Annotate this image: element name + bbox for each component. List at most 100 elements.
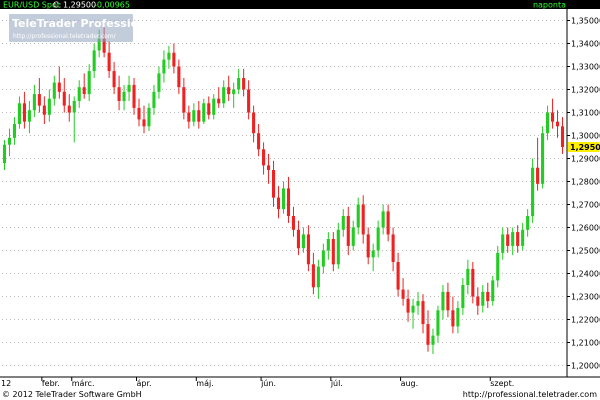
chart-frame: EUR/USD Spot C: 1,29500 -0,00965 naponta…	[0, 0, 600, 400]
candle-body	[202, 103, 206, 122]
candle-body	[92, 50, 96, 72]
candle-body	[197, 110, 201, 122]
x-tick-label: aug.	[401, 379, 419, 388]
y-tick-label: 1,30000	[571, 132, 600, 141]
y-tick-label: 1,25000	[571, 247, 600, 256]
candle-body	[142, 119, 146, 127]
candle-body	[426, 324, 430, 345]
candle-body	[451, 310, 455, 327]
candle-body	[296, 229, 300, 249]
candle-body	[252, 112, 256, 134]
candle-body	[526, 216, 530, 230]
candle-body	[311, 264, 315, 288]
candle-body	[421, 301, 425, 325]
candle-body	[232, 89, 236, 95]
y-tick-label: 1,24000	[571, 270, 600, 279]
candle-body	[321, 250, 325, 267]
candle-body	[177, 66, 181, 88]
y-tick-label: 1,27000	[571, 201, 600, 210]
candle-body	[77, 87, 81, 101]
candle	[541, 126, 545, 189]
candle-body	[57, 82, 61, 92]
close-value: 1,29500	[63, 1, 96, 10]
x-tick-label: márc.	[72, 379, 95, 388]
candle-body	[271, 170, 276, 198]
candle-body	[257, 133, 261, 150]
candle-body	[516, 232, 520, 246]
candle-body	[521, 229, 525, 246]
candle-body	[32, 94, 36, 111]
year-label: 12	[1, 379, 11, 388]
candle-body	[531, 167, 535, 216]
candle-body	[476, 296, 480, 306]
candle-body	[42, 105, 46, 115]
candle-body	[441, 291, 445, 311]
candle-body	[511, 232, 515, 246]
candle-body	[411, 305, 415, 313]
candle-body	[506, 234, 510, 246]
candle-body	[461, 285, 465, 308]
instrument-label: EUR/USD Spot	[3, 1, 60, 10]
chart-background	[0, 0, 600, 400]
candle-body	[212, 98, 216, 115]
candle-body	[356, 204, 360, 228]
logo-url: http://professional.teletrader.com/	[13, 33, 117, 40]
candle-body	[496, 252, 500, 281]
candle-body	[262, 149, 266, 166]
candle-body	[366, 234, 370, 258]
candle-body	[172, 52, 176, 67]
logo-brand: TeleTrader Professional	[12, 17, 157, 30]
candle-body	[331, 239, 335, 265]
candle-body	[47, 98, 51, 115]
y-tick-label: 1,32000	[571, 86, 600, 95]
candle-body	[182, 87, 186, 113]
candle-body	[7, 137, 12, 145]
candle-body	[486, 291, 490, 302]
candle-body	[127, 84, 131, 92]
candle-body	[351, 227, 355, 246]
footer-url[interactable]: http://professional.teletrader.com	[463, 390, 597, 399]
candle-body	[466, 268, 470, 285]
footer-copyright: © 2012 TeleTrader Software GmbH	[2, 390, 142, 399]
candle-body	[117, 87, 121, 101]
candle-body	[546, 112, 550, 134]
y-tick-label: 1,34000	[571, 40, 600, 49]
candle-body	[227, 87, 231, 95]
candle-body	[396, 262, 400, 290]
candle-body	[361, 204, 365, 235]
x-tick-label: febr.	[42, 379, 60, 388]
candle-body	[471, 268, 475, 297]
candle-body	[560, 126, 565, 147]
candle-body	[346, 216, 350, 246]
candle-body	[147, 107, 151, 127]
y-tick-label: 1,31000	[571, 109, 600, 118]
last-price-label: 1,29500	[570, 143, 600, 152]
candle-body	[122, 91, 126, 101]
candle-body	[555, 121, 560, 127]
candle-body	[52, 82, 56, 99]
candle-body	[336, 229, 340, 265]
candle-body	[187, 112, 191, 122]
candle-body	[306, 234, 310, 265]
candle-body	[436, 310, 440, 336]
candle-body	[87, 71, 91, 95]
candle-body	[67, 105, 71, 113]
candle-body	[22, 103, 26, 122]
candle-body	[431, 335, 435, 345]
candle-body	[247, 89, 251, 113]
candle-body	[291, 216, 296, 230]
candle-body	[386, 211, 390, 235]
candle-body	[550, 112, 555, 122]
y-tick-label: 1,28000	[571, 178, 600, 187]
y-tick-label: 1,29000	[571, 155, 600, 164]
last-price-marker: 1,29500	[568, 142, 600, 152]
candle-body	[491, 280, 495, 302]
y-tick-label: 1,23000	[571, 293, 600, 302]
candle-body	[376, 227, 380, 251]
x-tick-label: ápr.	[137, 379, 152, 388]
candle-body	[207, 103, 211, 115]
candle-body	[416, 301, 420, 306]
change-value: -0,00965	[94, 1, 130, 10]
candle-body	[316, 266, 320, 288]
candle-body	[267, 165, 271, 170]
